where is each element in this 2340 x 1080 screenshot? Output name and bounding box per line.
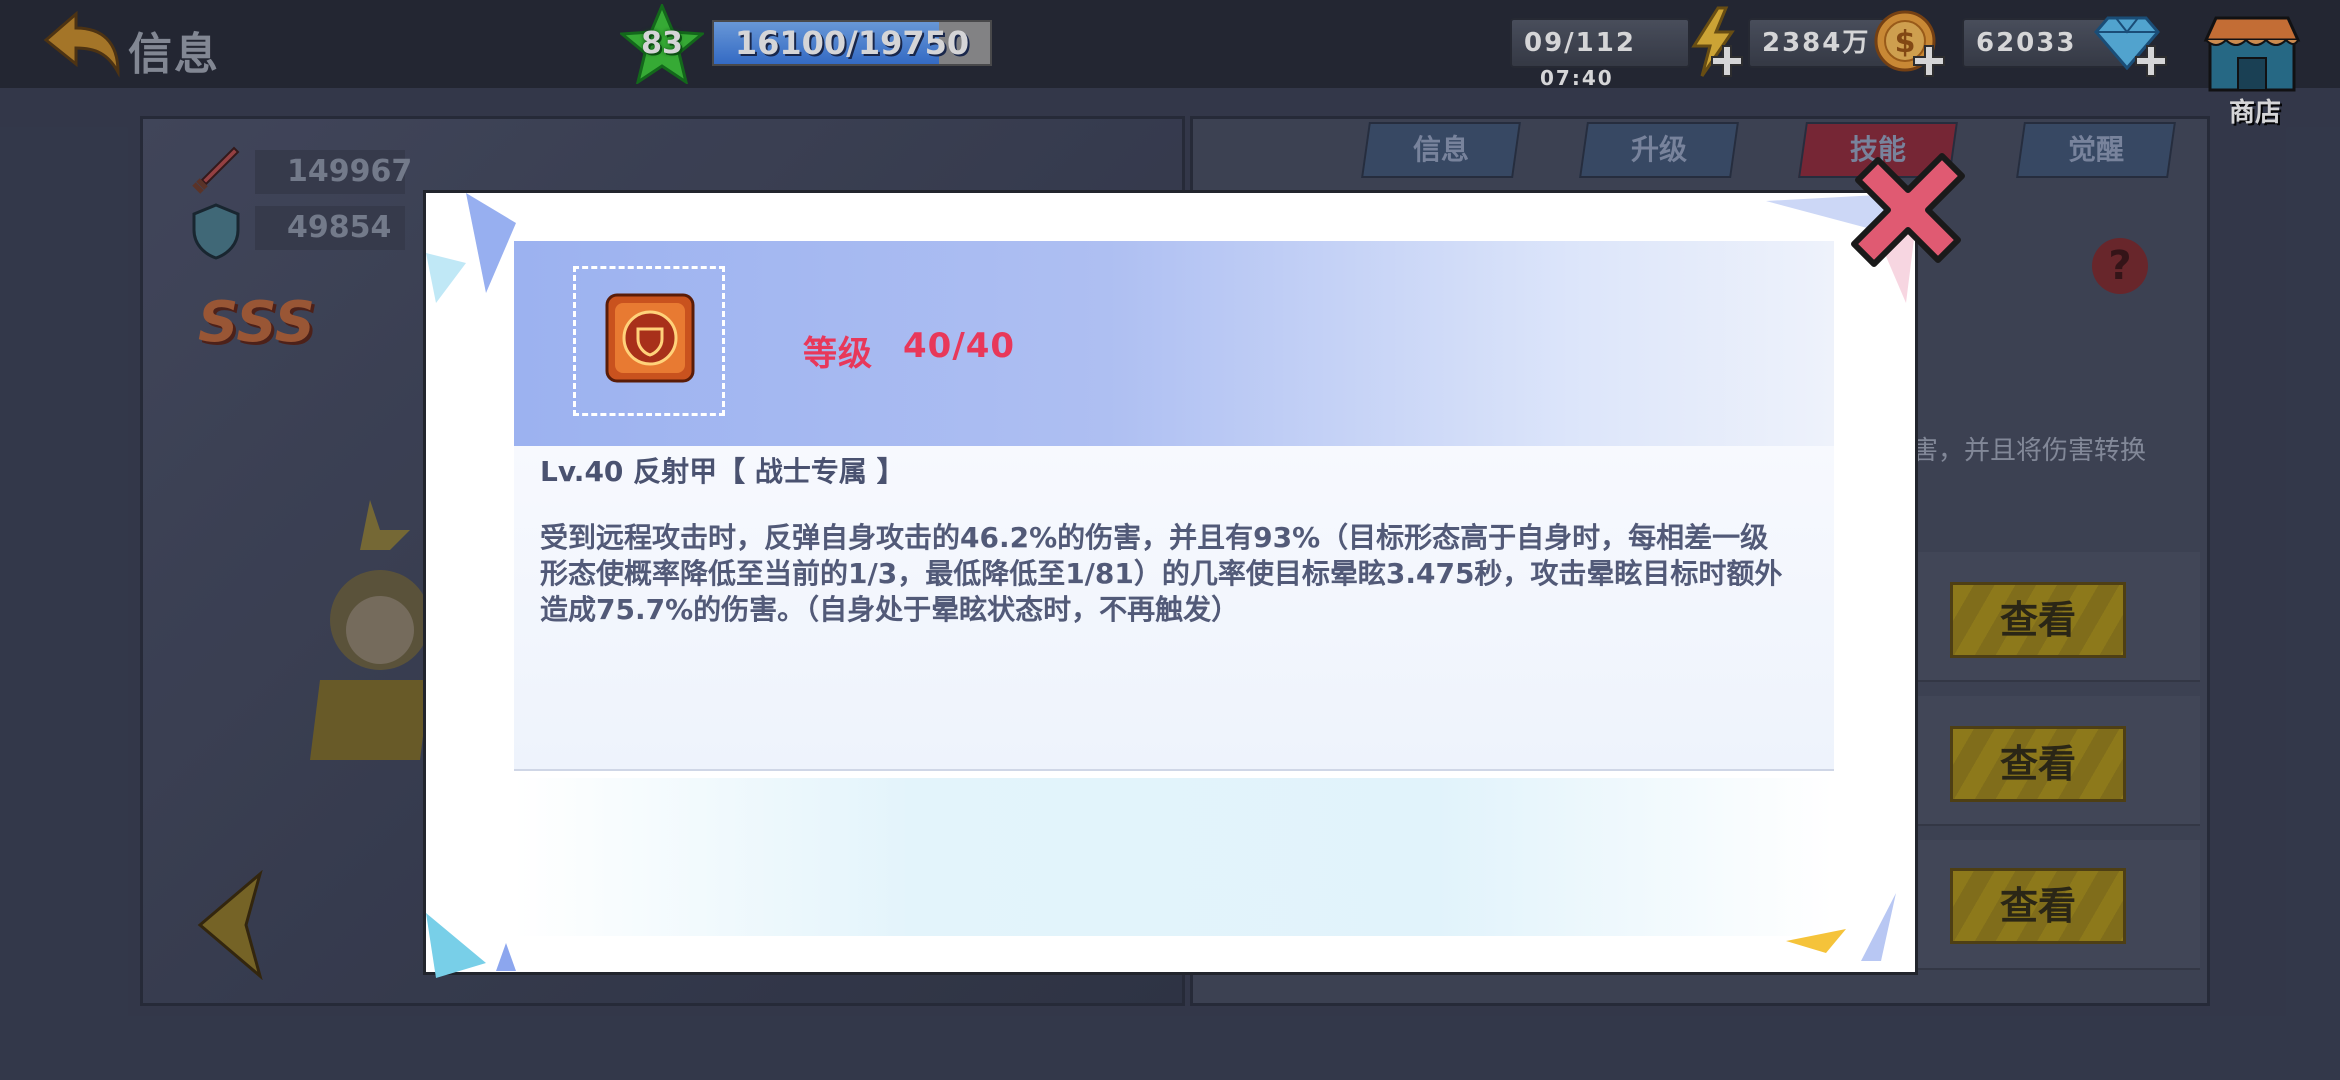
skill-title: Lv.40 反射甲【 战士专属 】	[540, 455, 905, 488]
skill-level-value: 40/40	[903, 326, 1016, 366]
modal-lower-area	[514, 778, 1834, 936]
skill-level-label: 等级	[803, 334, 873, 374]
skill-description: 受到远程攻击时，反弹自身攻击的46.2%的伤害，并且有93%（目标形态高于自身时…	[540, 521, 1783, 626]
reflect-armor-skill-icon	[605, 293, 695, 383]
close-icon[interactable]	[1848, 150, 1968, 270]
